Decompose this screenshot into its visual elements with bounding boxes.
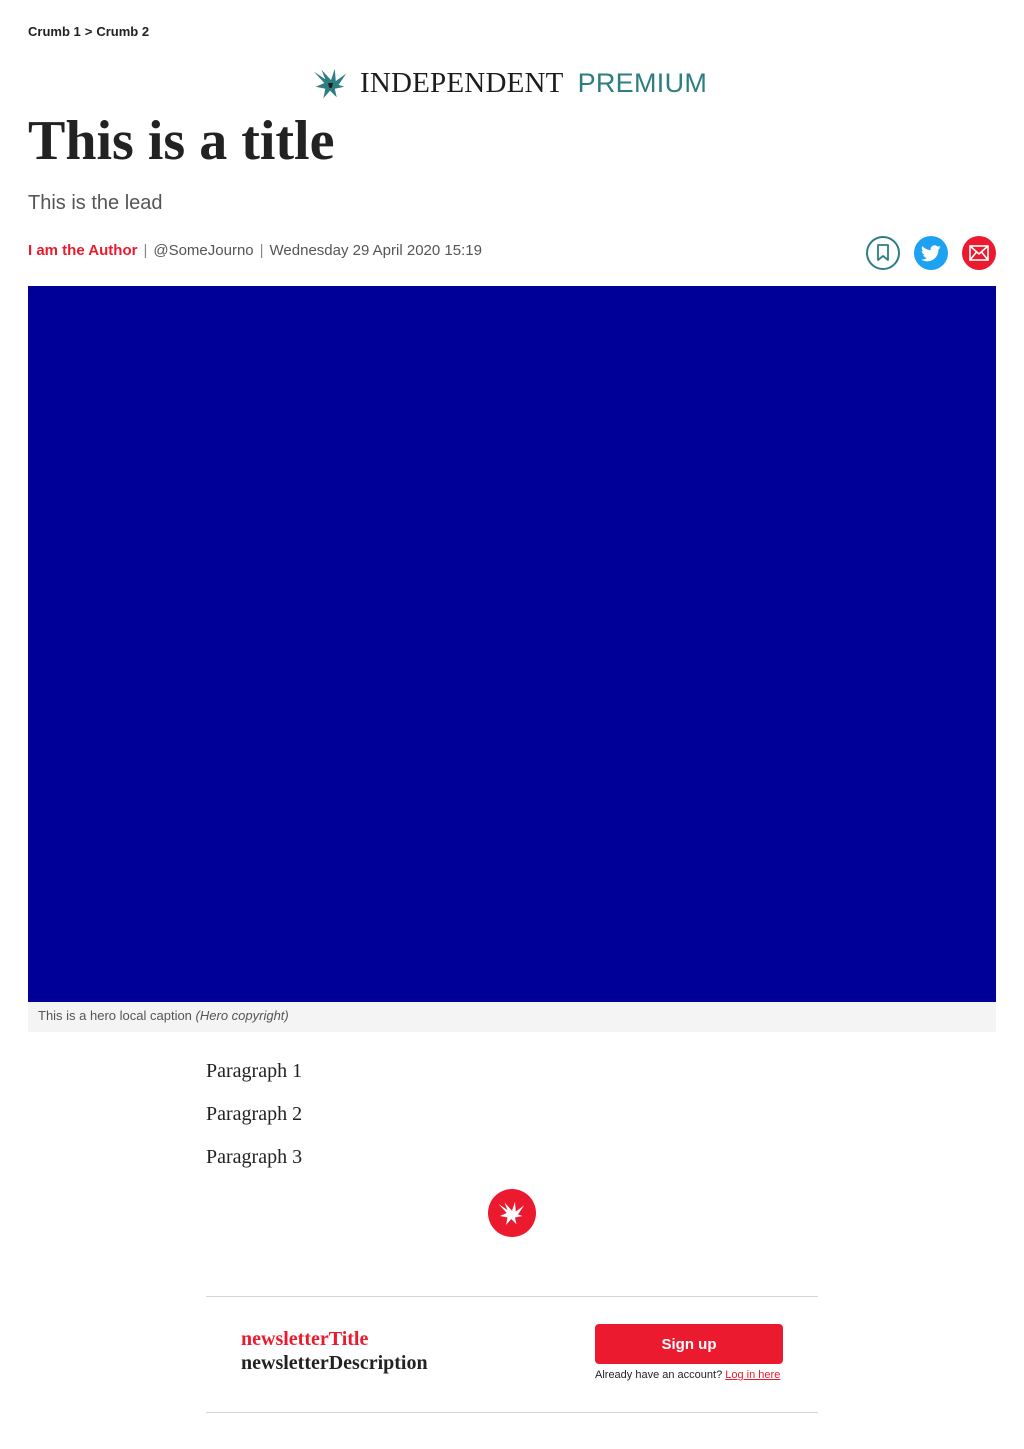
article-body: Paragraph 1 Paragraph 2 Paragraph 3 [206, 1058, 818, 1187]
share-bar [866, 236, 996, 270]
bookmark-button[interactable] [866, 236, 900, 270]
body-paragraph: Paragraph 3 [206, 1146, 303, 1168]
masthead-logo[interactable]: INDEPENDENT PREMIUM [312, 64, 707, 102]
login-prompt-text: Already have an account? [595, 1369, 723, 1381]
twitter-icon [921, 244, 941, 261]
brand-name: INDEPENDENT [360, 66, 564, 99]
hero-caption: This is a hero local caption (Hero copyr… [28, 1002, 996, 1032]
twitter-handle: @SomeJourno [153, 242, 254, 259]
login-link[interactable]: Log in here [725, 1369, 780, 1381]
publish-date: Wednesday 29 April 2020 15:19 [269, 242, 482, 259]
twitter-share-button[interactable] [914, 236, 948, 270]
breadcrumb: Crumb 1 > Crumb 2 [28, 24, 149, 39]
breadcrumb-item-1[interactable]: Crumb 1 [28, 24, 81, 39]
login-prompt: Already have an account? Log in here [595, 1369, 780, 1381]
caption-text: This is a hero local caption [38, 1008, 192, 1023]
premium-label: PREMIUM [577, 67, 708, 98]
caption-copyright: (Hero copyright) [195, 1008, 289, 1023]
newsletter-signup: newsletterTitle newsletterDescription Si… [206, 1296, 818, 1413]
eagle-logo-icon [313, 68, 347, 99]
byline-separator: | [259, 242, 264, 259]
eagle-icon [498, 1201, 524, 1225]
bookmark-icon [877, 244, 889, 261]
email-share-button[interactable] [962, 236, 996, 270]
body-paragraph: Paragraph 2 [206, 1103, 303, 1125]
body-paragraph: Paragraph 1 [206, 1060, 303, 1082]
breadcrumb-item-2[interactable]: Crumb 2 [96, 24, 149, 39]
byline: I am the Author | @SomeJourno | Wednesda… [28, 242, 482, 259]
byline-separator: | [143, 242, 148, 259]
newsletter-description: newsletterDescription [241, 1352, 428, 1374]
article-title: This is a title [28, 110, 335, 172]
email-icon [969, 245, 989, 261]
sign-up-button[interactable]: Sign up [595, 1324, 783, 1364]
article-lead: This is the lead [28, 192, 163, 214]
hero-image [28, 286, 996, 1002]
eagle-end-icon [488, 1189, 536, 1237]
author-link[interactable]: I am the Author [28, 242, 137, 259]
newsletter-title: newsletterTitle [241, 1328, 369, 1350]
breadcrumb-separator: > [84, 24, 93, 39]
